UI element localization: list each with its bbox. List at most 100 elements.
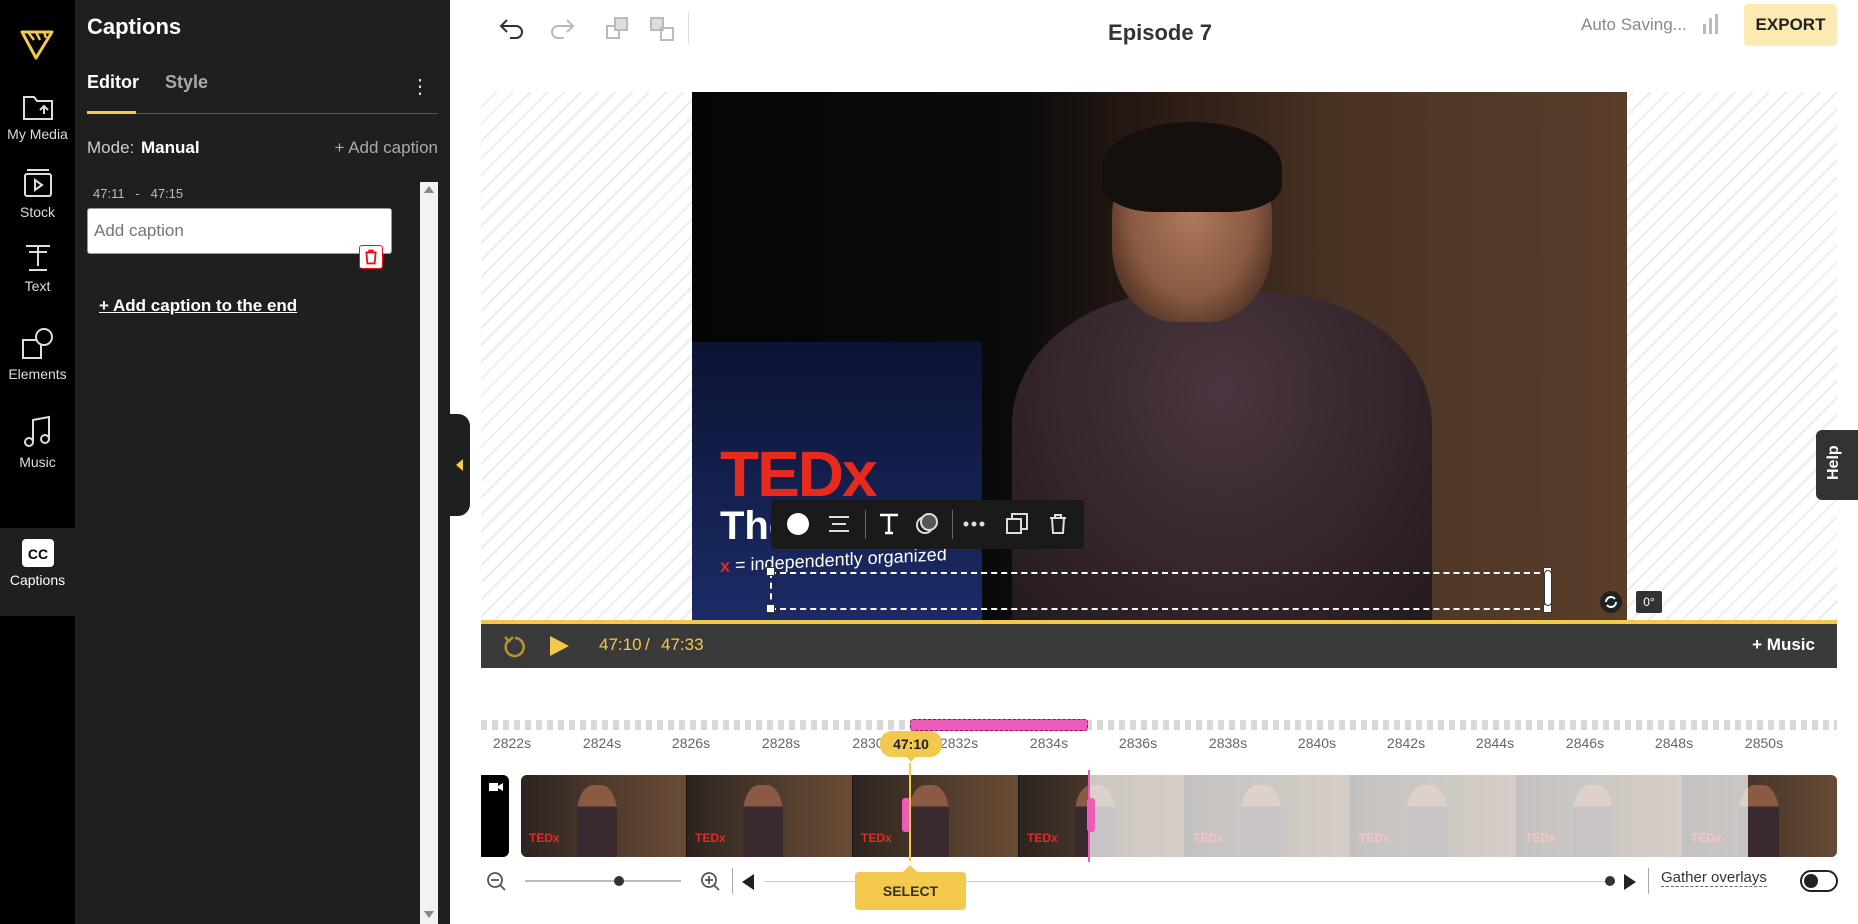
trash-icon[interactable] bbox=[1045, 511, 1071, 537]
resize-handle-bottom-left[interactable] bbox=[766, 604, 775, 613]
captions-panel: Captions Editor Style ⋮ Mode: Manual + A… bbox=[75, 0, 450, 924]
more-options-icon[interactable]: ⋮ bbox=[410, 74, 430, 99]
caption-end[interactable]: 47:15 bbox=[151, 186, 184, 201]
effects-icon[interactable] bbox=[914, 511, 940, 537]
tick-label: 2826s bbox=[671, 735, 711, 751]
nav-music[interactable]: Music bbox=[0, 404, 75, 492]
nav-text[interactable]: Text bbox=[0, 230, 75, 318]
tick-label: 2822s bbox=[492, 735, 532, 751]
range-end-line bbox=[1088, 770, 1090, 862]
tick-label: 2842s bbox=[1386, 735, 1426, 751]
tick-label: 2840s bbox=[1297, 735, 1337, 751]
svg-text:CC: CC bbox=[27, 546, 47, 562]
nav-label: Captions bbox=[9, 572, 66, 588]
project-title[interactable]: Episode 7 bbox=[1000, 20, 1320, 46]
resize-handle-right[interactable] bbox=[1544, 570, 1552, 606]
nav-captions[interactable]: CC Captions bbox=[0, 528, 75, 616]
nav-label: My Media bbox=[7, 126, 68, 142]
gather-overlays-toggle[interactable] bbox=[1800, 870, 1838, 892]
scroll-down-icon[interactable] bbox=[424, 911, 434, 918]
tick-label: 2830 bbox=[852, 735, 884, 751]
tick-label: 2824s bbox=[582, 735, 622, 751]
send-backward-icon[interactable] bbox=[647, 14, 677, 44]
nav-label: Text bbox=[24, 278, 51, 294]
tick-label: 2836s bbox=[1118, 735, 1158, 751]
bring-forward-icon[interactable] bbox=[603, 14, 633, 44]
toolbar-divider bbox=[688, 12, 689, 44]
panel-scrollbar[interactable] bbox=[420, 182, 438, 924]
tick-label: 2844s bbox=[1475, 735, 1515, 751]
total-time: 47:33 bbox=[661, 635, 704, 654]
zoom-slider-knob[interactable] bbox=[614, 876, 624, 886]
caption-text-input[interactable] bbox=[87, 208, 392, 254]
export-button[interactable]: EXPORT bbox=[1744, 4, 1837, 46]
text-style-icon[interactable] bbox=[876, 511, 902, 537]
tab-editor[interactable]: Editor bbox=[87, 72, 139, 93]
track-start-marker[interactable] bbox=[481, 775, 509, 857]
tick-label: 2838s bbox=[1208, 735, 1248, 751]
select-button[interactable]: SELECT bbox=[855, 865, 966, 910]
saving-indicator-icon bbox=[1703, 14, 1718, 34]
timeline-scroll-knob[interactable] bbox=[1605, 876, 1615, 886]
add-caption-button[interactable]: + Add caption bbox=[334, 138, 438, 158]
align-icon[interactable] bbox=[826, 511, 852, 537]
playhead-time[interactable]: 47:10 bbox=[880, 731, 942, 762]
zoom-out-icon[interactable] bbox=[485, 870, 507, 892]
unselected-clip-overlay bbox=[1090, 775, 1748, 857]
app-logo-icon[interactable] bbox=[18, 24, 56, 62]
music-note-icon bbox=[23, 415, 50, 447]
left-nav-rail: My Media Stock Text Elements Music CC Ca… bbox=[0, 0, 75, 924]
tick-label: 2834s bbox=[1029, 735, 1069, 751]
add-music-button[interactable]: + Music bbox=[1752, 635, 1815, 655]
color-circle-icon[interactable] bbox=[785, 511, 811, 537]
caption-start[interactable]: 47:11 bbox=[93, 186, 125, 201]
play-icon[interactable] bbox=[547, 634, 571, 658]
speaker-hair bbox=[1102, 122, 1282, 212]
shapes-icon bbox=[21, 328, 53, 359]
nav-label: Elements bbox=[8, 366, 67, 382]
tick-label: 2850s bbox=[1744, 735, 1784, 751]
caption-selection-box[interactable] bbox=[770, 572, 1550, 610]
text-icon bbox=[25, 245, 50, 271]
caption-range-bar[interactable] bbox=[910, 719, 1088, 731]
help-tab[interactable]: Help bbox=[1816, 430, 1858, 500]
caption-time-sep: - bbox=[135, 186, 140, 201]
resize-handle-top-left[interactable] bbox=[766, 567, 775, 576]
timeline-scroll-track[interactable] bbox=[764, 881, 1608, 882]
rotate-icon[interactable] bbox=[1599, 590, 1623, 614]
zoom-in-icon[interactable] bbox=[699, 870, 721, 892]
add-caption-to-end-link[interactable]: + Add caption to the end bbox=[99, 296, 297, 316]
nav-elements[interactable]: Elements bbox=[0, 316, 75, 404]
clip-thumbnail: TEDx bbox=[687, 775, 853, 857]
redo-icon[interactable] bbox=[548, 14, 578, 44]
tick-label: 2848s bbox=[1654, 735, 1694, 751]
tick-label: 2846s bbox=[1565, 735, 1605, 751]
mode-value[interactable]: Manual bbox=[141, 138, 200, 158]
duplicate-icon[interactable] bbox=[1004, 511, 1030, 537]
playhead-line[interactable] bbox=[909, 763, 911, 861]
gather-overlays-label[interactable]: Gather overlays bbox=[1661, 869, 1767, 887]
scroll-left-icon[interactable] bbox=[742, 874, 754, 890]
collapse-panel-handle[interactable] bbox=[450, 414, 470, 516]
zoom-slider[interactable] bbox=[525, 880, 681, 882]
toolbar-divider bbox=[952, 510, 953, 539]
undo-icon[interactable] bbox=[496, 14, 526, 44]
playback-bar: 47:10 / 47:33 + Music bbox=[481, 624, 1837, 668]
mode-label: Mode: bbox=[87, 138, 135, 157]
trash-icon[interactable] bbox=[359, 245, 383, 269]
tick-label: 2828s bbox=[761, 735, 801, 751]
caption-time-range[interactable]: 47:11 - 47:15 bbox=[93, 186, 183, 201]
film-play-icon bbox=[23, 169, 52, 197]
panel-tabs: Editor Style ⋮ bbox=[87, 56, 438, 114]
scroll-right-icon[interactable] bbox=[1624, 874, 1636, 890]
timeline-ruler[interactable] bbox=[481, 720, 1837, 730]
more-options-icon[interactable] bbox=[961, 511, 987, 537]
cc-icon: CC bbox=[21, 539, 54, 567]
time-separator: / bbox=[645, 635, 650, 654]
replay-icon[interactable] bbox=[501, 632, 529, 660]
caption-floating-toolbar bbox=[771, 500, 1084, 549]
rotation-badge: 0° bbox=[1636, 591, 1662, 613]
tab-style[interactable]: Style bbox=[165, 72, 208, 93]
scroll-up-icon[interactable] bbox=[424, 186, 434, 193]
divider bbox=[732, 868, 733, 894]
